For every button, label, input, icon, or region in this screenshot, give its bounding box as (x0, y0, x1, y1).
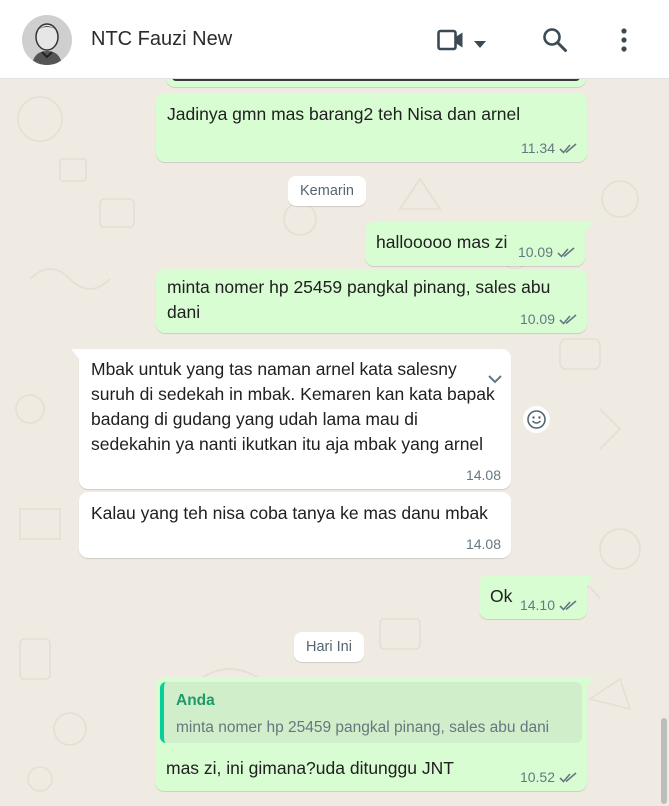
message-line: suruh di sedekah in mbak. Kemaren kan ka… (91, 384, 495, 404)
double-check-icon (559, 771, 577, 783)
contact-name[interactable]: NTC Fauzi New (91, 28, 232, 51)
chat-header: NTC Fauzi New (0, 0, 669, 79)
bubble-tail (585, 222, 594, 233)
message-text: Ok (490, 586, 513, 606)
date-separator: Kemarin (288, 176, 366, 206)
message-time: 14.08 (465, 536, 501, 552)
more-vertical-icon[interactable] (620, 27, 628, 58)
message-bubble-outgoing[interactable]: Jadinya gmn mas barang2 teh Nisa dan arn… (156, 93, 587, 162)
message-line: badang di gudang yang udah lama mau di (91, 409, 418, 429)
message-text: mas zi, ini gimana?uda ditunggu JNT (166, 758, 454, 778)
contact-avatar[interactable] (22, 15, 72, 65)
partial-image-message[interactable] (166, 79, 586, 87)
message-meta: 11.34 (521, 140, 577, 156)
quote-text: minta nomer hp 25459 pangkal pinang, sal… (176, 719, 550, 736)
emoji-reaction-icon[interactable] (523, 406, 550, 438)
chat-area[interactable]: Jadinya gmn mas barang2 teh Nisa dan arn… (0, 79, 669, 806)
message-bubble-outgoing[interactable]: Ok 14.10 (479, 575, 587, 619)
message-line: Mbak untuk yang tas naman arnel kata sal… (91, 359, 457, 379)
quoted-message[interactable]: Anda minta nomer hp 25459 pangkal pinang… (160, 682, 582, 743)
quote-author: Anda (176, 692, 215, 709)
search-icon[interactable] (542, 27, 568, 58)
message-time: 14.08 (465, 467, 501, 483)
bubble-tail (586, 575, 595, 586)
double-check-icon (559, 142, 577, 154)
double-check-icon (557, 246, 575, 258)
message-meta: 14.08 (466, 467, 501, 483)
message-time: 10.52 (519, 769, 555, 785)
message-bubble-outgoing[interactable]: Anda minta nomer hp 25459 pangkal pinang… (155, 677, 587, 791)
message-text: Kalau yang teh nisa coba tanya ke mas da… (91, 503, 488, 523)
message-bubble-outgoing[interactable]: hallooooo mas zi 10.09 (365, 222, 585, 266)
message-text: hallooooo mas zi (376, 232, 508, 252)
message-bubble-outgoing[interactable]: minta nomer hp 25459 pangkal pinang, sal… (156, 269, 587, 333)
message-meta: 10.52 (520, 769, 577, 785)
message-time: 14.10 (519, 597, 555, 613)
chevron-down-icon[interactable] (473, 36, 487, 54)
message-time: 10.09 (517, 244, 553, 260)
message-meta: 10.09 (520, 311, 577, 327)
bubble-tail (71, 349, 80, 360)
message-meta: 14.10 (520, 597, 577, 613)
message-time: 11.34 (521, 140, 555, 156)
message-meta: 14.08 (466, 536, 501, 552)
message-text: Mbak untuk yang tas naman arnel kata sal… (91, 357, 495, 457)
double-check-icon (559, 313, 577, 325)
video-call-icon[interactable] (437, 29, 465, 56)
message-menu-chevron-icon[interactable] (488, 366, 502, 391)
date-separator: Hari Ini (294, 632, 364, 662)
message-meta: 10.09 (518, 244, 575, 260)
message-text: Jadinya gmn mas barang2 teh Nisa dan arn… (167, 104, 521, 124)
message-bubble-incoming[interactable]: Kalau yang teh nisa coba tanya ke mas da… (79, 492, 511, 558)
message-text: minta nomer hp 25459 pangkal pinang, sal… (167, 277, 551, 322)
message-line: sedekahin ya nanti ikutkan itu aja mbak … (91, 434, 484, 454)
message-bubble-incoming[interactable]: Mbak untuk yang tas naman arnel kata sal… (79, 349, 511, 489)
bubble-tail (586, 677, 595, 688)
chat-scrollbar[interactable] (661, 718, 667, 804)
message-time: 10.09 (519, 311, 555, 327)
double-check-icon (559, 599, 577, 611)
